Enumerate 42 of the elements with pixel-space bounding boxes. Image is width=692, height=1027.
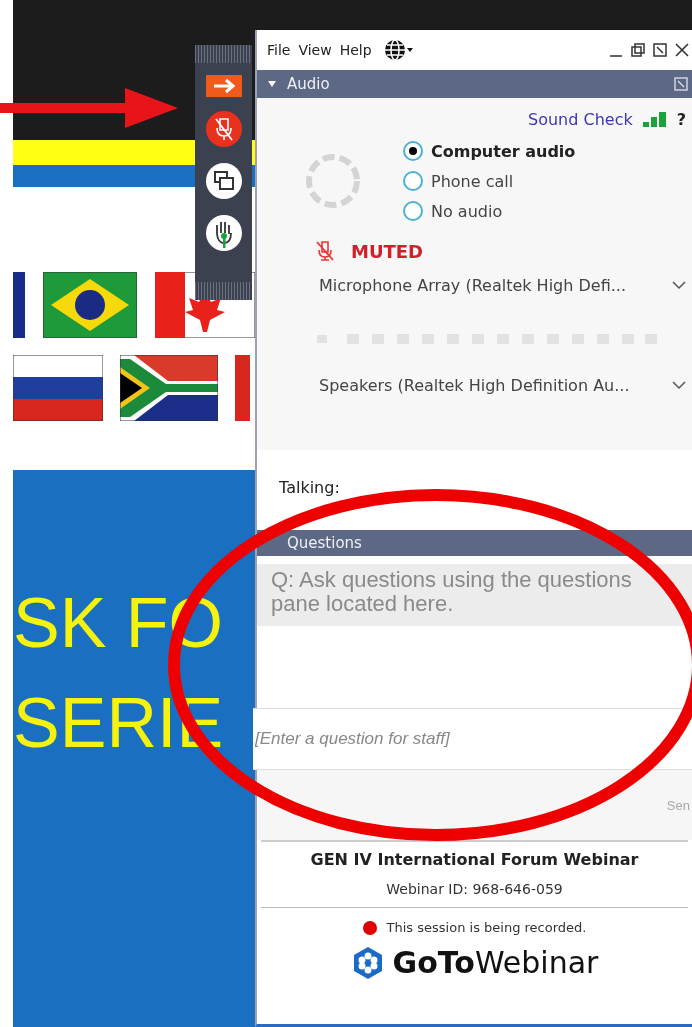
sound-check-link[interactable]: Sound Check <box>528 110 633 129</box>
logo-text: GoToWebinar <box>392 945 599 980</box>
radio-label: No audio <box>431 201 503 221</box>
muted-label: MUTED <box>351 240 424 262</box>
flag-drawing <box>235 355 250 421</box>
microphone-label: Microphone Array (Realtek High Defi... <box>319 275 626 295</box>
close-icon[interactable] <box>674 42 690 58</box>
section-header[interactable]: Questions <box>257 530 692 556</box>
question-input-field[interactable]: [Enter a question for staff] <box>253 708 692 770</box>
radio-button[interactable] <box>403 201 423 221</box>
speaker-label: Speakers (Realtek High Definition Au... <box>319 375 630 395</box>
radio-button[interactable] <box>403 171 423 191</box>
microphone-dropdown[interactable]: Microphone Array (Realtek High Defi... <box>319 273 686 297</box>
signal-bars-icon <box>642 111 667 128</box>
menu-item[interactable]: Help <box>339 42 372 58</box>
radio-label: Phone call <box>431 171 514 191</box>
radio-label: Computer audio <box>431 141 576 161</box>
restore-icon[interactable] <box>630 42 646 58</box>
help-button[interactable]: ? <box>676 110 686 129</box>
chevron-down-icon <box>672 280 686 290</box>
recording-notice: This session is being recorded. <box>386 920 587 935</box>
menu-item[interactable]: View <box>298 42 332 58</box>
popout-icon[interactable] <box>652 42 668 58</box>
grip-handle[interactable] <box>195 282 252 300</box>
radio-button[interactable] <box>403 141 423 161</box>
flag-drawing <box>13 272 25 338</box>
speaker-dropdown[interactable]: Speakers (Realtek High Definition Au... <box>319 373 686 397</box>
section-title: Questions <box>287 534 362 552</box>
question-message: Q: Ask questions using the questions pane located here. <box>257 564 692 626</box>
microphone-muted-icon[interactable] <box>203 109 244 149</box>
section-header[interactable]: Audio <box>257 70 692 98</box>
webinar-id: Webinar ID: 968-646-059 <box>261 881 688 908</box>
section-title: Audio <box>287 75 330 93</box>
chevron-down-icon <box>672 380 686 390</box>
grip-handle[interactable] <box>195 45 252 63</box>
arrow-right-icon[interactable] <box>205 75 242 97</box>
webinar-title: GEN IV International Forum Webinar <box>310 850 639 869</box>
screen-icon[interactable] <box>203 161 244 201</box>
talking-label: Talking: <box>279 477 340 497</box>
spinner-icon <box>303 151 363 211</box>
menu-item[interactable]: File <box>267 42 291 58</box>
raised-hand-icon[interactable] <box>203 213 244 253</box>
